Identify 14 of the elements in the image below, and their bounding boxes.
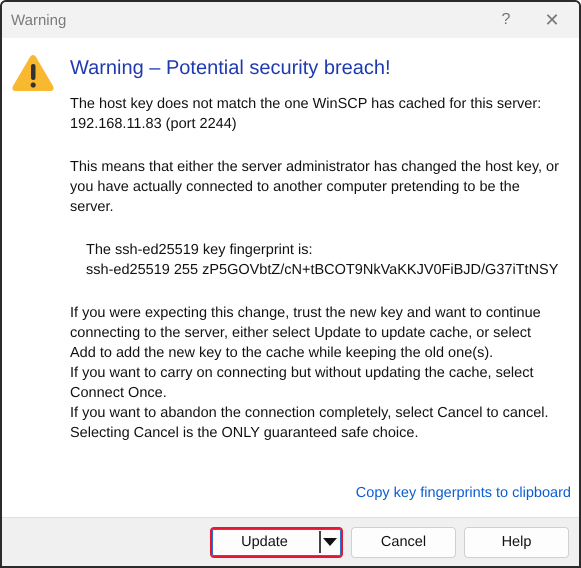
window-title: Warning (11, 12, 68, 28)
help-button[interactable]: ? (483, 2, 529, 38)
dialog-heading: Warning – Potential security breach! (70, 57, 391, 80)
copy-fingerprints-link[interactable]: Copy key fingerprints to clipboard (356, 485, 571, 501)
dialog-button[interactable]: Help (464, 526, 569, 558)
update-split-button[interactable]: Update (210, 526, 343, 558)
warning-icon (12, 54, 54, 92)
caret-icon[interactable] (323, 538, 337, 546)
message-paragraph: This means that either the server administrator has changed the host key, or you have actually connected to another computer pretending to be the server. (70, 158, 559, 217)
close-button[interactable]: ✕ (529, 2, 575, 38)
message-paragraph: The host key does not match the one WinSCP has cached for this server: 192.168.11.83 (port 2244) (70, 95, 542, 134)
message-paragraph: If you were expecting this change, trust the new key and want to continue connecting to the server, either select Update to update cache, or select Add to add the new key to the cache while keeping the old one(s). If you want to carry on connecting but without updating the cache, select Connect Once. If you want to abandon the connection completely, select Cancel to cancel. Selecting Cancel is the ONLY guaranteed safe choice. (70, 304, 549, 443)
fingerprint-text: The ssh-ed25519 key fingerprint is: ssh-ed25519 255 zP5GOVbtZ/cN+tBCOT9NkVaKKJV0FiBJD/G37iTtNSY (86, 241, 558, 280)
dialog-button[interactable]: Cancel (351, 526, 456, 558)
